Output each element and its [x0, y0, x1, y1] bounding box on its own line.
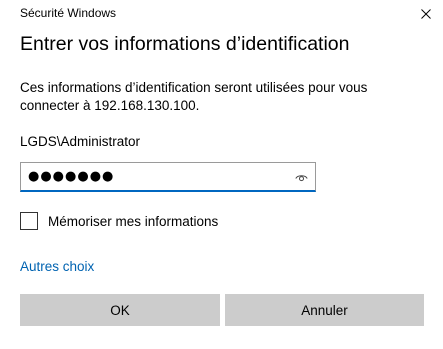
close-button[interactable] — [409, 0, 443, 28]
remember-label[interactable]: Mémoriser mes informations — [48, 214, 218, 229]
password-field[interactable]: ●●●●●●● — [20, 162, 316, 192]
title-bar: Sécurité Windows — [0, 0, 443, 28]
remember-row[interactable]: Mémoriser mes informations — [20, 211, 218, 231]
reveal-password-button[interactable] — [293, 170, 309, 184]
dialog-description: Ces informations d’identification seront… — [20, 80, 368, 113]
eye-icon — [294, 174, 308, 181]
username-label: LGDS\Administrator — [20, 134, 141, 149]
dialog-heading: Entrer vos informations d’identification — [20, 33, 350, 55]
cancel-button[interactable]: Annuler — [225, 294, 424, 326]
close-icon — [421, 9, 431, 19]
ok-button[interactable]: OK — [20, 294, 220, 326]
more-choices-link[interactable]: Autres choix — [20, 259, 94, 274]
password-masked-value: ●●●●●●● — [28, 169, 115, 184]
window-title: Sécurité Windows — [20, 6, 117, 20]
credential-dialog: Sécurité Windows Entrer vos informations… — [0, 0, 443, 349]
remember-checkbox[interactable] — [20, 212, 38, 230]
